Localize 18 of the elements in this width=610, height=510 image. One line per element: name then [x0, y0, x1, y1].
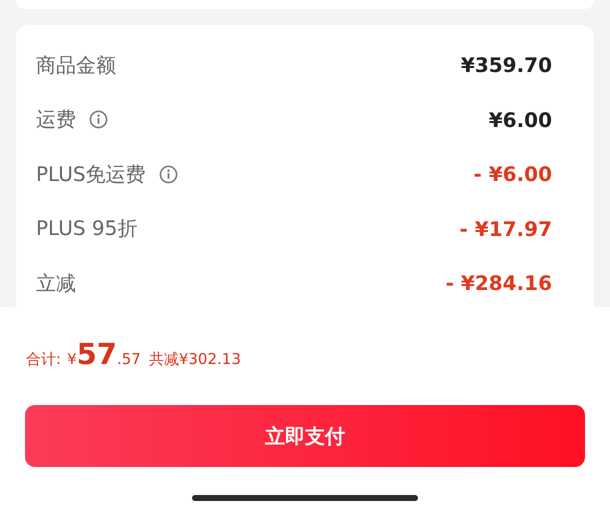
total-amount: 57 — [76, 337, 117, 371]
price-label: 运费 — [36, 106, 76, 134]
info-icon[interactable] — [89, 110, 108, 130]
total-label: 合计: — [26, 350, 62, 369]
info-icon[interactable] — [158, 164, 178, 184]
price-amount: ¥6.00 — [488, 108, 552, 132]
saved-amount: 共减¥302.13 — [148, 350, 241, 369]
currency-sign: ¥ — [67, 350, 77, 368]
price-amount: ¥359.70 — [460, 53, 552, 78]
price-label: PLUS 95折 — [36, 215, 138, 242]
price-label: PLUS免运费 — [36, 160, 146, 188]
total-decimal: .57 — [116, 350, 141, 368]
price-amount: - ¥6.00 — [473, 162, 552, 186]
price-amount: - ¥17.97 — [460, 216, 552, 241]
price-amount: - ¥284.16 — [446, 271, 552, 296]
price-label: 商品金额 — [36, 52, 116, 79]
pay-button[interactable]: 立即支付 — [25, 405, 585, 467]
price-label: 立减 — [36, 270, 76, 297]
